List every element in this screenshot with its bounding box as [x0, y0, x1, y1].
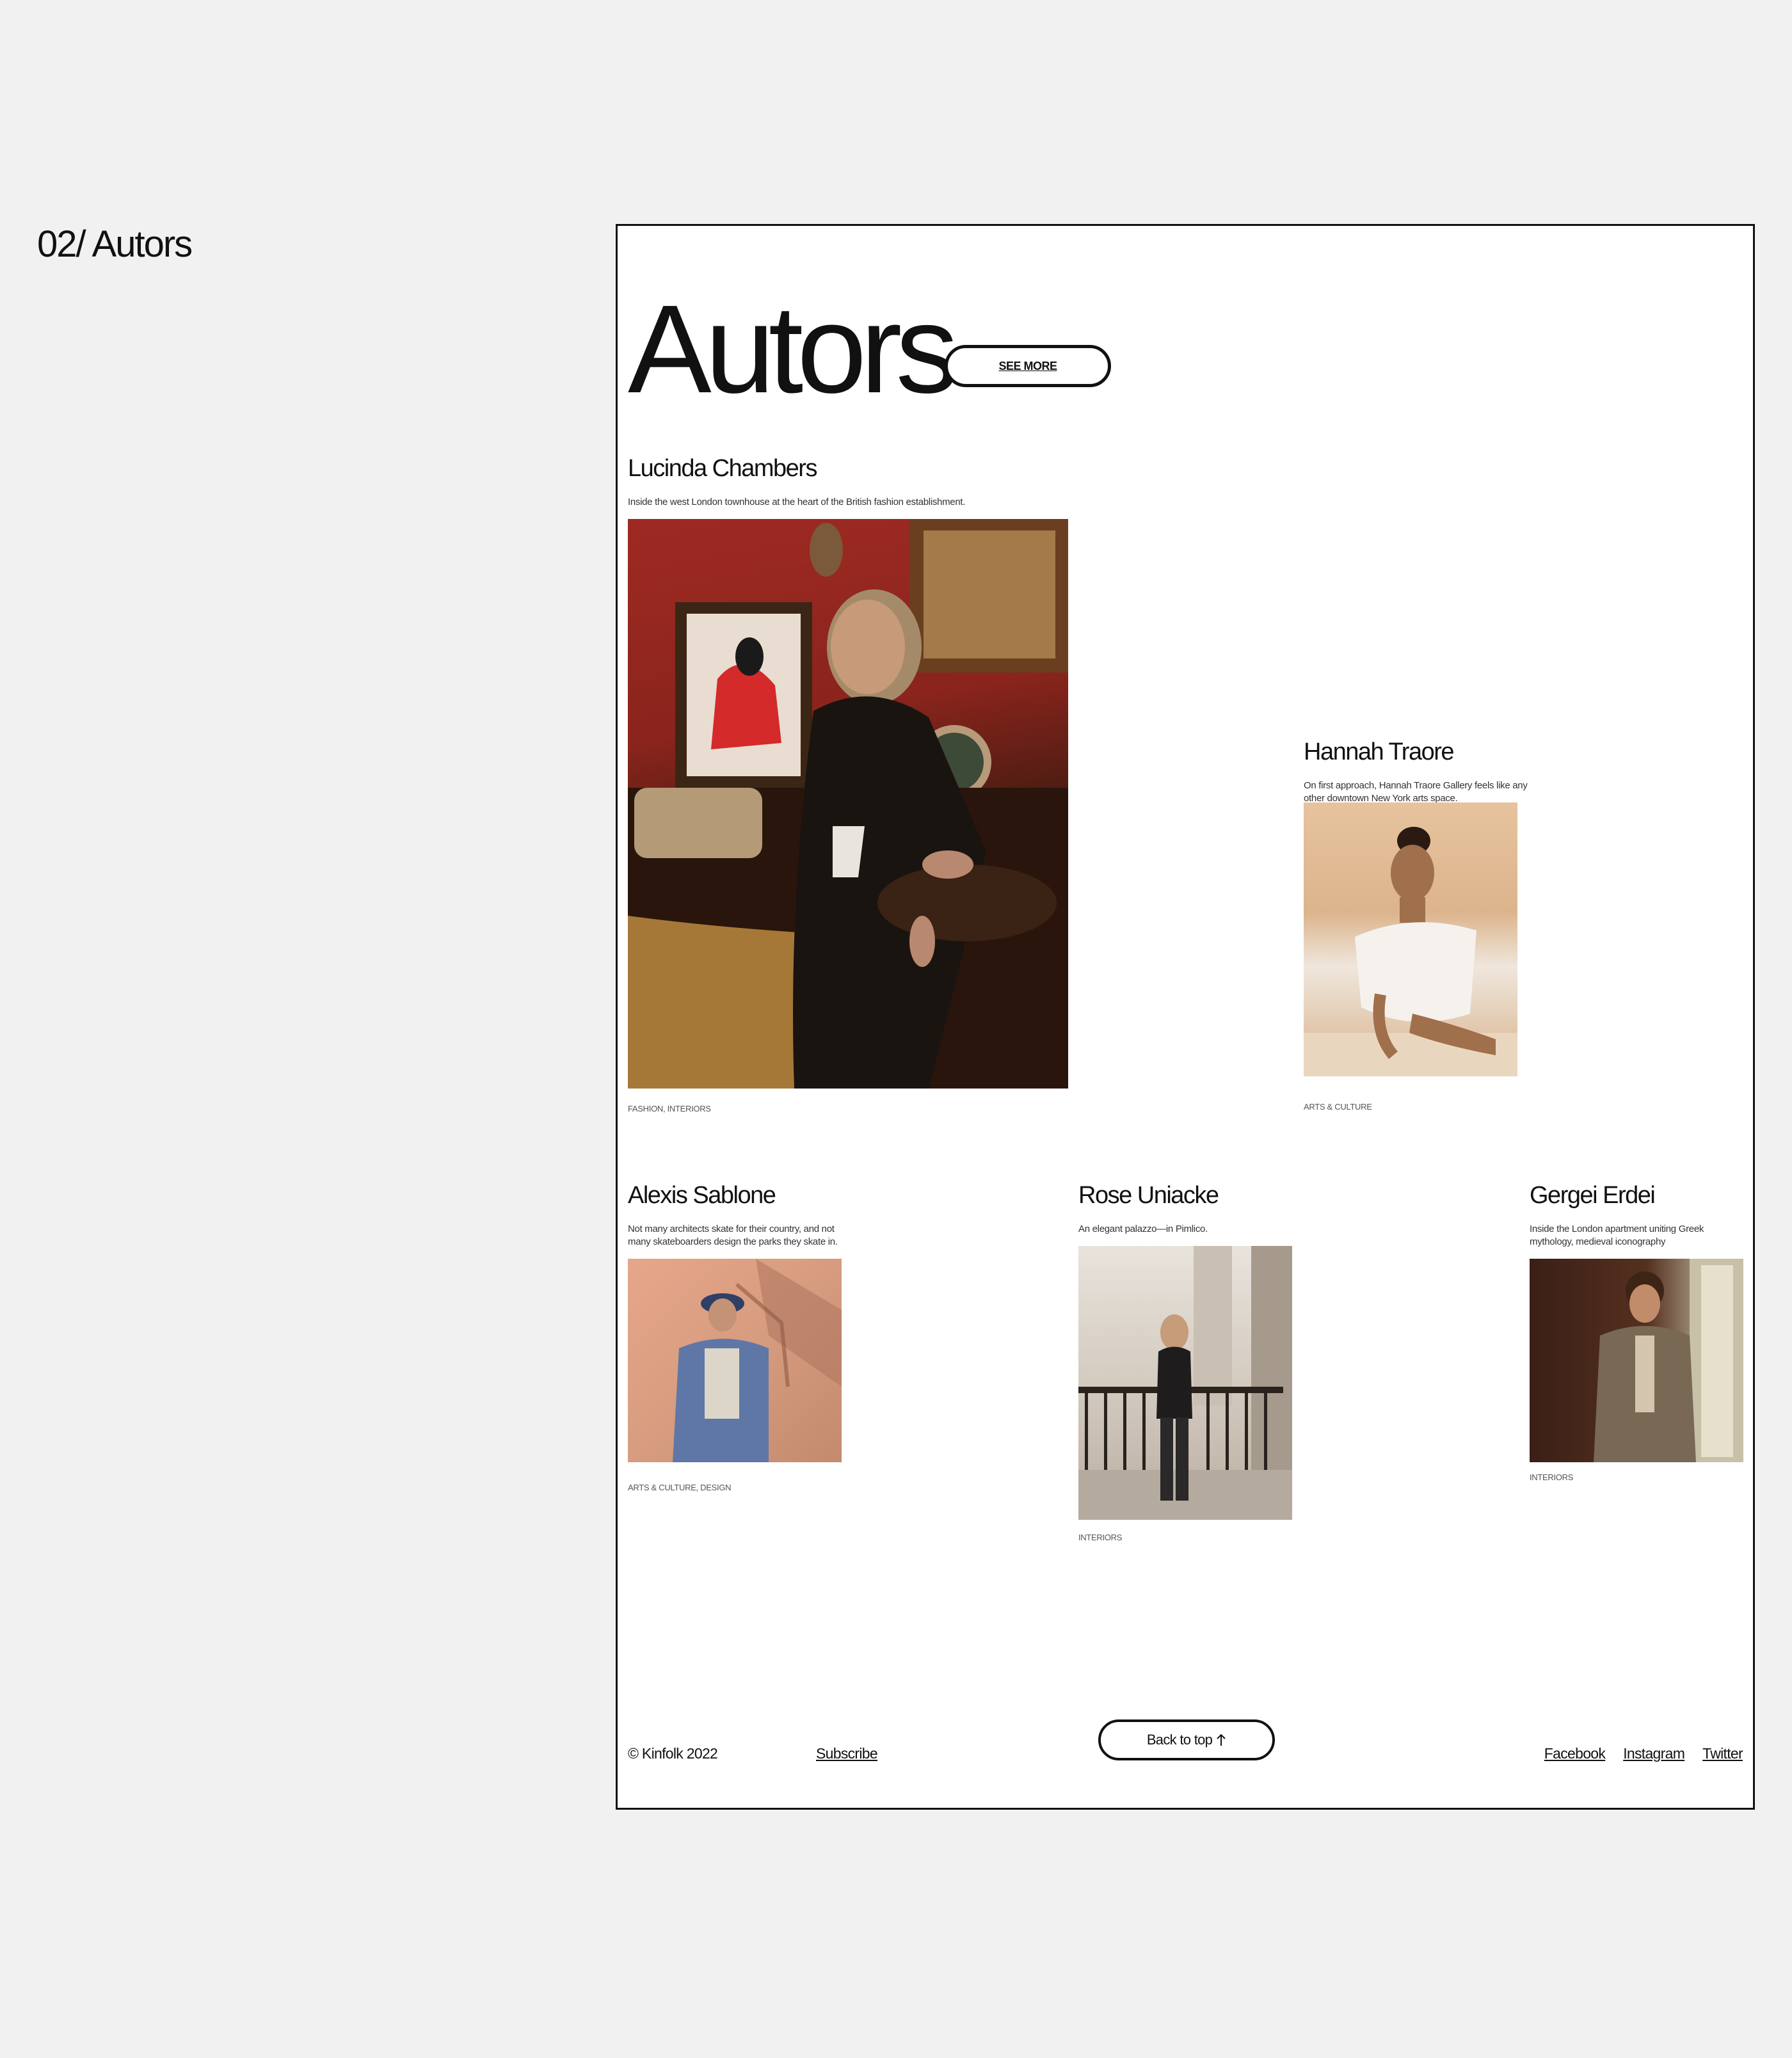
back-to-top-label: Back to top [1146, 1732, 1213, 1748]
see-more-button[interactable]: SEE MORE [945, 345, 1111, 387]
author-card-rose-uniacke[interactable]: Rose Uniacke An elegant palazzo—in Pimli… [1078, 1183, 1309, 1554]
author-card-lucinda-chambers[interactable]: Lucinda Chambers Inside the west London … [628, 456, 1069, 1122]
arrow-up-icon [1216, 1734, 1226, 1746]
author-name[interactable]: Lucinda Chambers [628, 456, 1069, 481]
author-card-hannah-traore[interactable]: Hannah Traore On first approach, Hannah … [1304, 740, 1534, 1124]
author-photo[interactable] [1078, 1246, 1292, 1520]
portrait-illustration [1304, 827, 1517, 1076]
author-description: Inside the London apartment uniting Gree… [1530, 1224, 1704, 1247]
portrait-illustration [1594, 1259, 1743, 1462]
section-label: 02/ Autors [37, 223, 193, 265]
author-name[interactable]: Hannah Traore [1304, 740, 1534, 764]
author-photo[interactable] [628, 519, 1068, 1089]
social-links: Facebook Instagram Twitter [1544, 1745, 1743, 1762]
author-photo[interactable] [1530, 1259, 1743, 1462]
author-description: On first approach, Hannah Traore Gallery… [1304, 780, 1528, 804]
author-card-gergei-erdei[interactable]: Gergei Erdei Inside the London apartment… [1530, 1183, 1753, 1503]
page-frame: Autors SEE MORE Lucinda Chambers Inside … [616, 224, 1755, 1810]
twitter-link[interactable]: Twitter [1702, 1745, 1743, 1762]
subscribe-link[interactable]: Subscribe [816, 1745, 878, 1762]
author-card-alexis-sablone[interactable]: Alexis Sablone Not many architects skate… [628, 1183, 858, 1516]
author-name[interactable]: Gergei Erdei [1530, 1183, 1753, 1208]
author-photo[interactable] [1304, 802, 1517, 1076]
author-tags[interactable]: FASHION, INTERIORS [628, 1104, 711, 1113]
author-name[interactable]: Alexis Sablone [628, 1183, 858, 1208]
author-photo[interactable] [628, 1259, 842, 1462]
author-name[interactable]: Rose Uniacke [1078, 1183, 1309, 1208]
author-description: Not many architects skate for their coun… [628, 1224, 838, 1247]
portrait-illustration [1078, 1246, 1292, 1520]
author-tags[interactable]: INTERIORS [1530, 1472, 1573, 1482]
facebook-link[interactable]: Facebook [1544, 1745, 1606, 1762]
author-tags[interactable]: INTERIORS [1078, 1533, 1122, 1542]
author-description: An elegant palazzo—in Pimlico. [1078, 1224, 1208, 1234]
portrait-illustration [673, 1259, 842, 1462]
author-tags[interactable]: ARTS & CULTURE, DESIGN [628, 1483, 732, 1492]
author-tags[interactable]: ARTS & CULTURE [1304, 1102, 1372, 1112]
instagram-link[interactable]: Instagram [1623, 1745, 1685, 1762]
author-description: Inside the west London townhouse at the … [628, 497, 966, 507]
back-to-top-button[interactable]: Back to top [1098, 1719, 1275, 1760]
copyright: © Kinfolk 2022 [628, 1745, 718, 1762]
portrait-illustration [628, 519, 1068, 1089]
page-title: Autors [628, 279, 958, 419]
